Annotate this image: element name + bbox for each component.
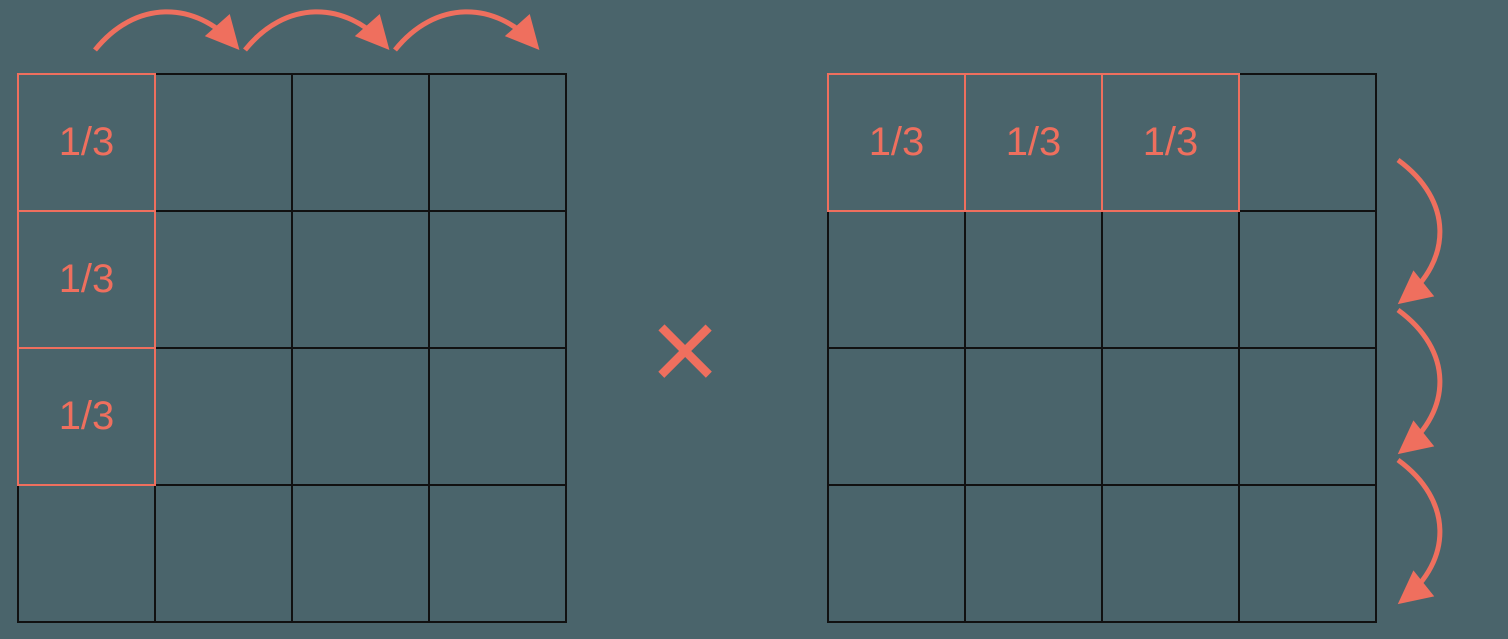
left-cell-r0c1 xyxy=(154,73,294,213)
right-cell-r3c3 xyxy=(1238,484,1378,624)
arrows-top xyxy=(85,0,545,60)
left-matrix: 1/3 1/3 1/3 xyxy=(18,74,566,622)
right-cell-r1c0 xyxy=(827,210,967,350)
right-cell-r2c0 xyxy=(827,347,967,487)
left-cell-r2c2 xyxy=(291,347,431,487)
arrows-right xyxy=(1388,150,1458,620)
right-cell-r0c3 xyxy=(1238,73,1378,213)
multiply-operator: × xyxy=(650,290,720,410)
left-cell-r3c1 xyxy=(154,484,294,624)
matrix-convolution-diagram: 1/3 1/3 1/3 × 1/3 1/3 1/3 xyxy=(0,0,1508,639)
left-cell-r0c2 xyxy=(291,73,431,213)
right-cell-r1c2 xyxy=(1101,210,1241,350)
left-cell-r2c0: 1/3 xyxy=(17,347,157,487)
right-cell-r2c2 xyxy=(1101,347,1241,487)
right-cell-r3c0 xyxy=(827,484,967,624)
right-cell-r2c3 xyxy=(1238,347,1378,487)
left-cell-r3c0 xyxy=(17,484,157,624)
right-cell-r0c1: 1/3 xyxy=(964,73,1104,213)
right-cell-r0c0: 1/3 xyxy=(827,73,967,213)
right-cell-r3c2 xyxy=(1101,484,1241,624)
right-cell-r0c2: 1/3 xyxy=(1101,73,1241,213)
left-cell-r0c3 xyxy=(428,73,568,213)
right-cell-r1c3 xyxy=(1238,210,1378,350)
right-cell-r1c1 xyxy=(964,210,1104,350)
left-cell-r1c0: 1/3 xyxy=(17,210,157,350)
left-cell-r0c0: 1/3 xyxy=(17,73,157,213)
left-cell-r1c2 xyxy=(291,210,431,350)
left-cell-r3c2 xyxy=(291,484,431,624)
left-cell-r2c3 xyxy=(428,347,568,487)
left-cell-r2c1 xyxy=(154,347,294,487)
right-cell-r3c1 xyxy=(964,484,1104,624)
left-cell-r1c3 xyxy=(428,210,568,350)
left-cell-r1c1 xyxy=(154,210,294,350)
right-cell-r2c1 xyxy=(964,347,1104,487)
right-matrix: 1/3 1/3 1/3 xyxy=(828,74,1376,622)
left-cell-r3c3 xyxy=(428,484,568,624)
